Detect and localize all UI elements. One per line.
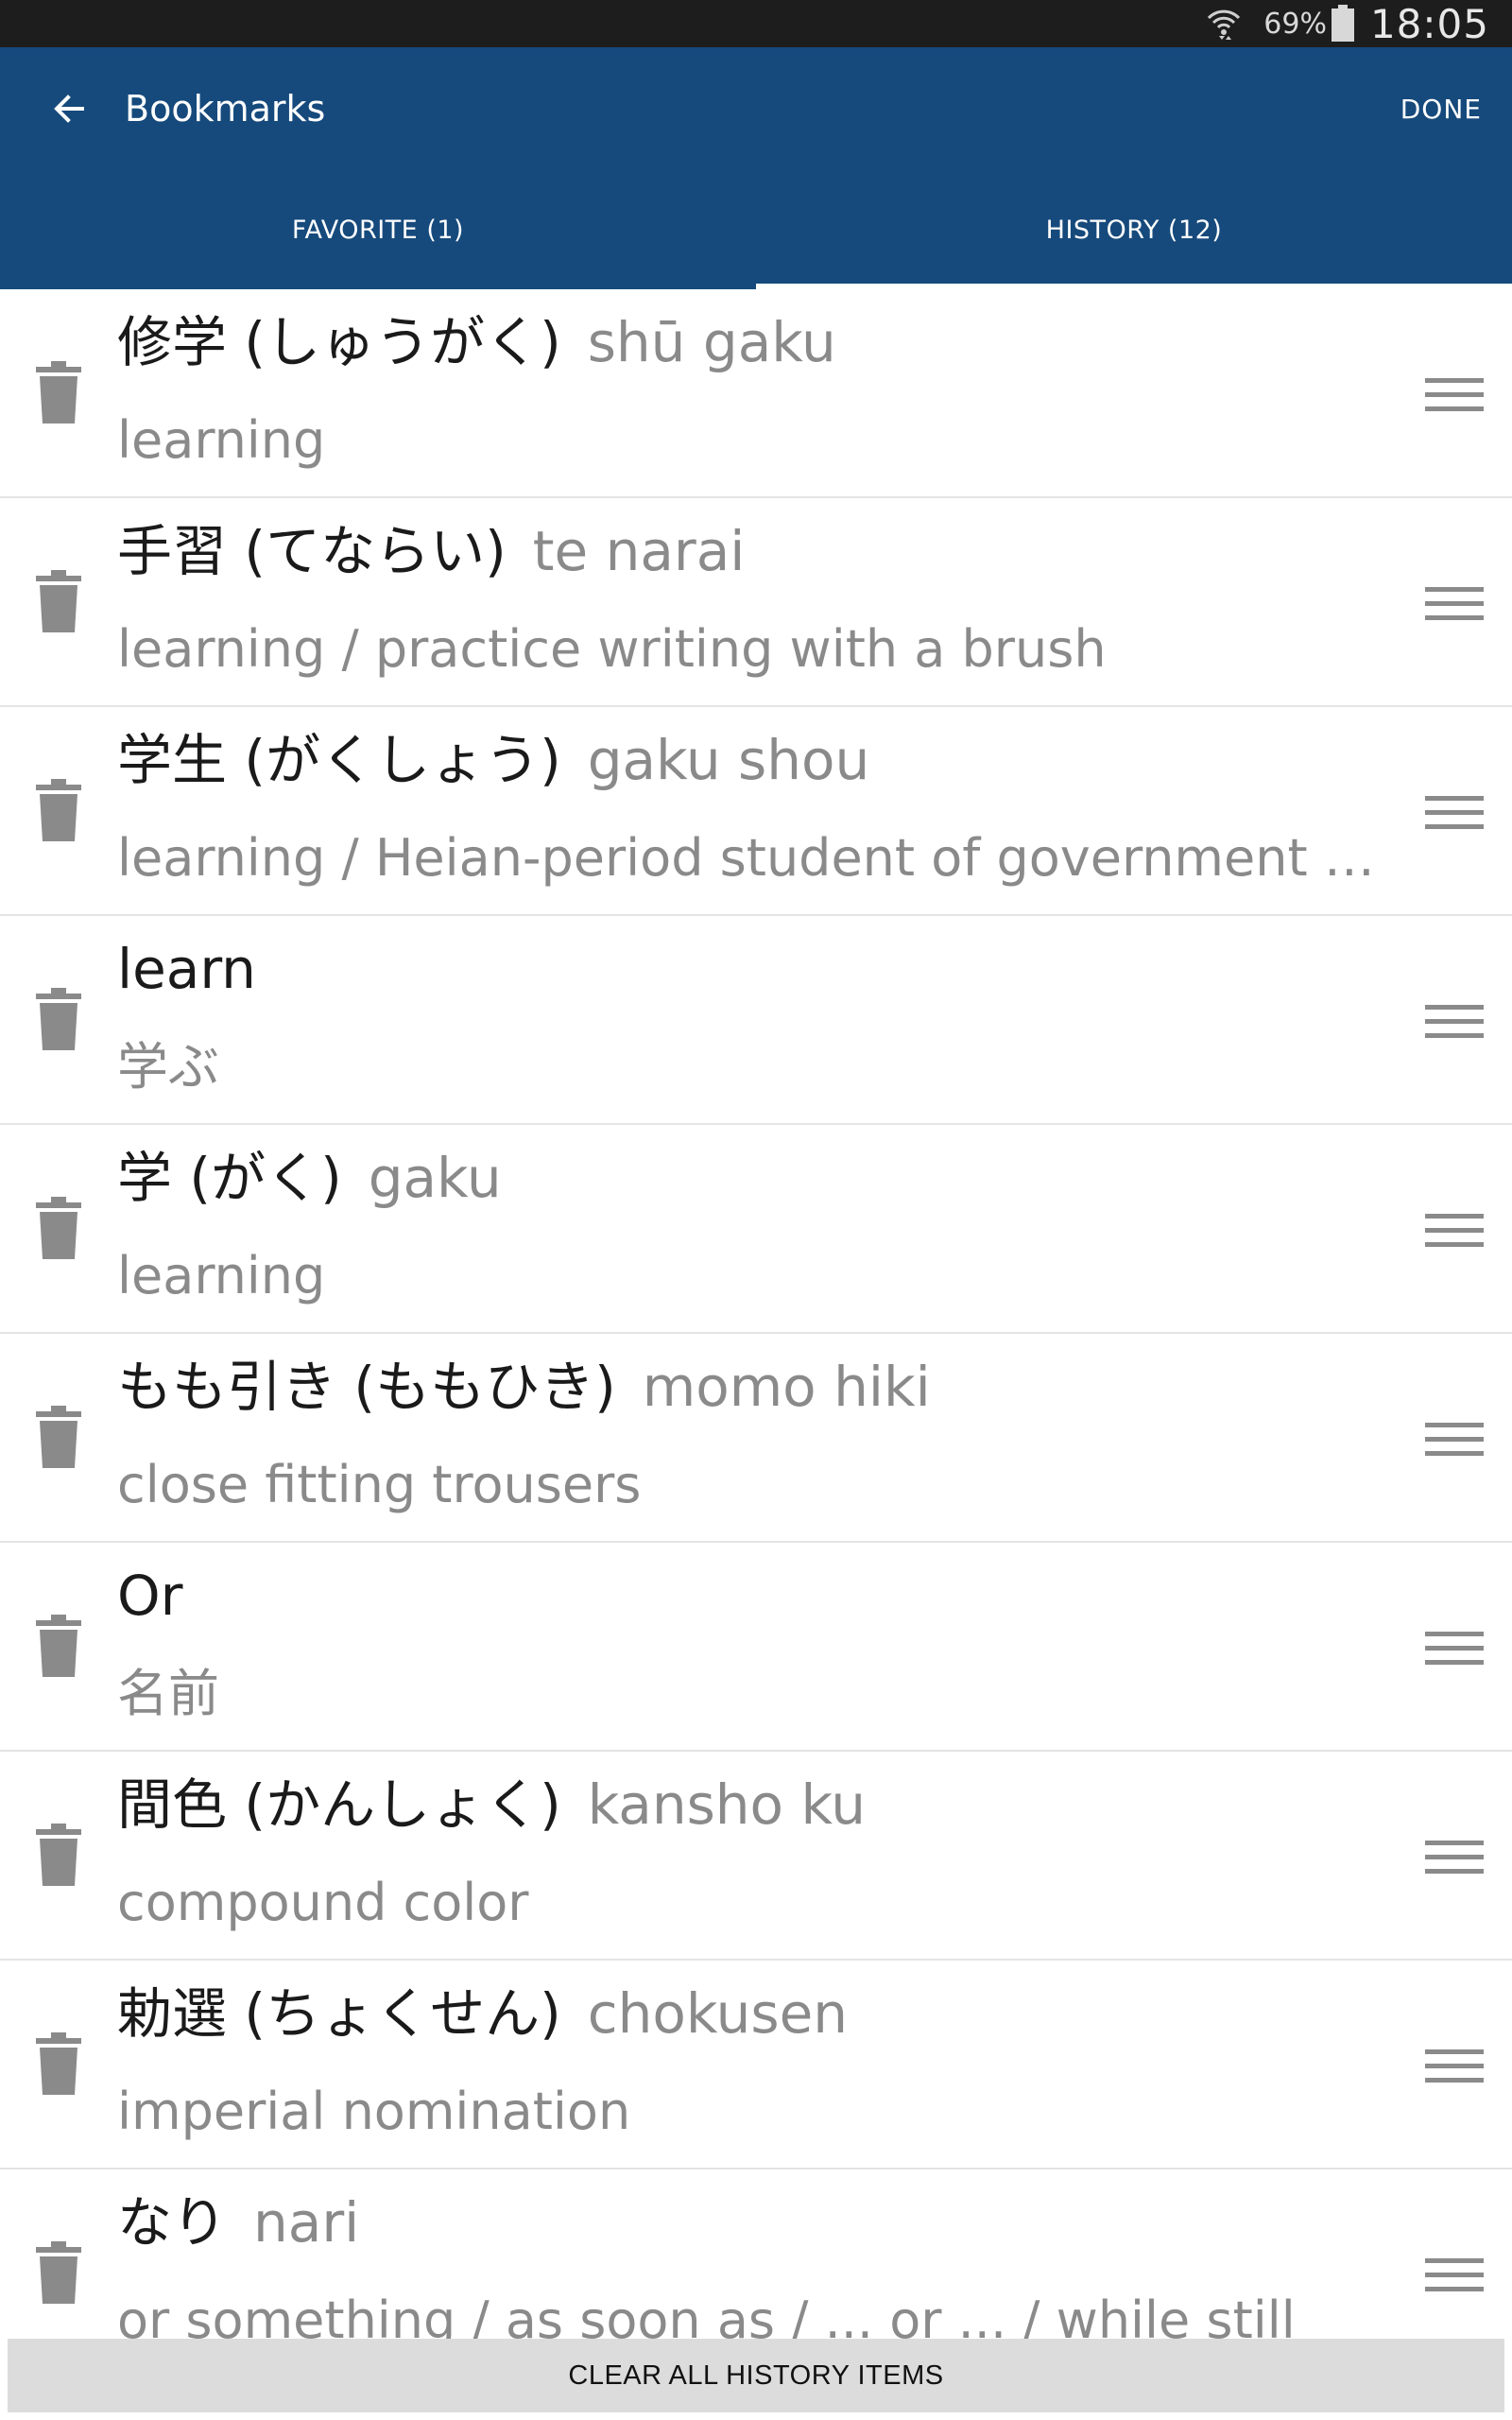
list-item[interactable]: 勅選 (ちょくせん) chokusen imperial nomination bbox=[0, 1961, 1512, 2169]
trash-icon[interactable] bbox=[34, 2032, 83, 2097]
drag-handle-icon[interactable] bbox=[1425, 587, 1484, 621]
tab-favorite[interactable]: FAVORITE (1) bbox=[0, 170, 756, 289]
trash-icon[interactable] bbox=[34, 1406, 83, 1470]
entry-term: もも引き (ももひき) bbox=[117, 1355, 616, 1419]
entry-meaning: learning / Heian-period student of gover… bbox=[117, 828, 1399, 888]
wifi-icon bbox=[1208, 9, 1241, 40]
entry-reading: gaku shou bbox=[587, 728, 870, 792]
page-title: Bookmarks bbox=[125, 88, 326, 130]
entry-meaning: learning / practice writing with a brush bbox=[117, 619, 1107, 679]
trash-icon[interactable] bbox=[34, 988, 83, 1052]
entry-meaning: 名前 bbox=[117, 1664, 219, 1723]
entry-title: もも引き (ももひき) momo hiki bbox=[117, 1347, 1399, 1426]
list-item[interactable]: Or 名前 bbox=[0, 1543, 1512, 1752]
tab-history[interactable]: HISTORY (12) bbox=[756, 170, 1512, 289]
list-item[interactable]: learn 学ぶ bbox=[0, 916, 1512, 1125]
entry-term: 手習 (てならい) bbox=[117, 519, 507, 583]
entry-title: 手習 (てならい) te narai bbox=[117, 511, 1399, 591]
drag-handle-icon[interactable] bbox=[1425, 1632, 1484, 1666]
list-item[interactable]: もも引き (ももひき) momo hiki close fitting trous… bbox=[0, 1334, 1512, 1543]
history-list[interactable]: 修学 (しゅうがく) shū gaku learning 手習 (てならい) te … bbox=[0, 289, 1512, 2339]
list-item[interactable]: 学生 (がくしょう) gaku shou learning / Heian-per… bbox=[0, 707, 1512, 916]
entry-term: 間色 (かんしょく) bbox=[117, 1772, 561, 1837]
done-button[interactable]: DONE bbox=[1400, 82, 1482, 136]
entry-reading: kansho ku bbox=[587, 1772, 867, 1837]
trash-icon[interactable] bbox=[34, 361, 83, 425]
entry-term: 学 (がく) bbox=[117, 1146, 342, 1210]
trash-icon[interactable] bbox=[34, 779, 83, 843]
arrow-left-icon bbox=[54, 95, 84, 123]
battery-percent: 69% bbox=[1263, 7, 1327, 41]
list-item[interactable]: 学 (がく) gaku learning bbox=[0, 1125, 1512, 1334]
entry-term: 修学 (しゅうがく) bbox=[117, 310, 561, 374]
entry-meaning: imperial nomination bbox=[117, 2082, 631, 2141]
entry-meaning: learning bbox=[117, 410, 326, 470]
entry-term: learn bbox=[117, 937, 256, 1001]
drag-handle-icon[interactable] bbox=[1425, 1005, 1484, 1039]
drag-handle-icon[interactable] bbox=[1425, 1841, 1484, 1875]
entry-title: Or bbox=[117, 1556, 1399, 1635]
entry-term: Or bbox=[117, 1564, 183, 1628]
back-button[interactable] bbox=[36, 76, 102, 142]
toolbar: Bookmarks DONE bbox=[0, 47, 1512, 170]
entry-reading: shū gaku bbox=[587, 310, 836, 374]
clock: 18:05 bbox=[1369, 0, 1489, 47]
trash-icon[interactable] bbox=[34, 1615, 83, 1679]
battery-icon bbox=[1331, 5, 1354, 42]
trash-icon[interactable] bbox=[34, 1197, 83, 1261]
drag-handle-icon[interactable] bbox=[1425, 796, 1484, 830]
entry-title: なり nari bbox=[117, 2183, 1399, 2262]
app-bar: Bookmarks DONE FAVORITE (1) HISTORY (12) bbox=[0, 47, 1512, 289]
list-item[interactable]: なり nari or something / as soon as / ... o… bbox=[0, 2169, 1512, 2339]
entry-meaning: close fitting trousers bbox=[117, 1455, 642, 1514]
entry-meaning: compound color bbox=[117, 1873, 529, 1932]
list-item[interactable]: 間色 (かんしょく) kansho ku compound color bbox=[0, 1752, 1512, 1961]
drag-handle-icon[interactable] bbox=[1425, 2258, 1484, 2292]
entry-title: 間色 (かんしょく) kansho ku bbox=[117, 1765, 1399, 1844]
entry-meaning: or something / as soon as / ... or ... /… bbox=[117, 2290, 1296, 2339]
list-item[interactable]: 修学 (しゅうがく) shū gaku learning bbox=[0, 289, 1512, 498]
entry-reading: momo hiki bbox=[642, 1355, 931, 1419]
entry-title: 学生 (がくしょう) gaku shou bbox=[117, 720, 1399, 800]
entry-reading: te narai bbox=[532, 519, 746, 583]
status-bar: 69% 18:05 bbox=[0, 0, 1512, 47]
trash-icon[interactable] bbox=[34, 570, 83, 634]
drag-handle-icon[interactable] bbox=[1425, 1423, 1484, 1457]
entry-title: 学 (がく) gaku bbox=[117, 1138, 1399, 1218]
entry-term: 勅選 (ちょくせん) bbox=[117, 1981, 561, 2046]
trash-icon[interactable] bbox=[34, 1824, 83, 1888]
drag-handle-icon[interactable] bbox=[1425, 378, 1484, 412]
entry-reading: chokusen bbox=[587, 1981, 849, 2046]
clear-history-button[interactable]: CLEAR ALL HISTORY ITEMS bbox=[8, 2339, 1504, 2412]
entry-title: 修学 (しゅうがく) shū gaku bbox=[117, 302, 1399, 382]
drag-handle-icon[interactable] bbox=[1425, 2049, 1484, 2083]
entry-title: learn bbox=[117, 929, 1399, 1009]
list-item[interactable]: 手習 (てならい) te narai learning / practice wr… bbox=[0, 498, 1512, 707]
entry-term: 学生 (がくしょう) bbox=[117, 728, 561, 792]
tab-bar: FAVORITE (1) HISTORY (12) bbox=[0, 170, 1512, 289]
entry-meaning: 学ぶ bbox=[117, 1037, 219, 1097]
entry-reading: nari bbox=[253, 2190, 360, 2255]
entry-title: 勅選 (ちょくせん) chokusen bbox=[117, 1974, 1399, 2053]
entry-reading: gaku bbox=[368, 1146, 502, 1210]
entry-term: なり bbox=[117, 2190, 228, 2255]
trash-icon[interactable] bbox=[34, 2241, 83, 2306]
drag-handle-icon[interactable] bbox=[1425, 1214, 1484, 1248]
entry-meaning: learning bbox=[117, 1246, 326, 1305]
